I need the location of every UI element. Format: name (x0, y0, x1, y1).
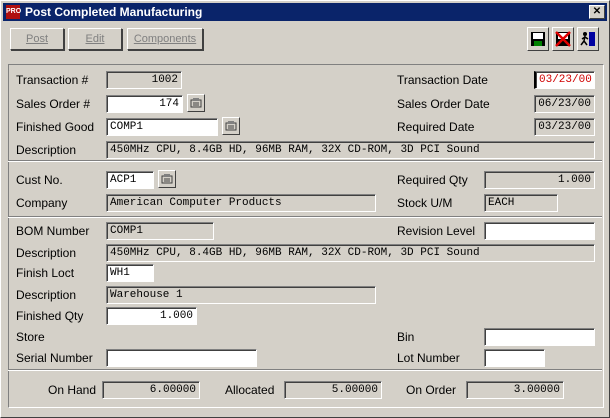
revision-level-field[interactable] (484, 222, 595, 240)
required-qty-label: Required Qty (397, 173, 468, 187)
company-field: American Computer Products (106, 194, 376, 212)
cancel-button[interactable] (552, 27, 574, 51)
lookup-icon (190, 98, 202, 108)
required-qty-field: 1.000 (484, 171, 595, 189)
edit-button[interactable]: Edit (68, 28, 122, 50)
sales-order-field[interactable]: 174 (106, 95, 183, 113)
on-hand-label: On Hand (48, 383, 97, 397)
sales-order-label: Sales Order # (16, 97, 91, 111)
finished-good-lookup-button[interactable] (222, 117, 240, 135)
bom-description-field: 450MHz CPU, 8.4GB HD, 96MB RAM, 32X CD-R… (106, 244, 595, 262)
location-description-field: Warehouse 1 (106, 286, 376, 304)
post-completed-manufacturing-window: PRO Post Completed Manufacturing ✕ Post … (0, 0, 610, 418)
finish-loct-field[interactable]: WH1 (106, 264, 154, 282)
stock-um-field: EACH (484, 194, 558, 212)
bin-field[interactable] (484, 328, 595, 346)
finished-good-label: Finished Good (16, 120, 95, 134)
on-order-field: 3.00000 (466, 381, 564, 399)
transaction-date-field[interactable]: 03/23/00 (534, 71, 595, 89)
sales-order-lookup-button[interactable] (187, 94, 205, 112)
finished-qty-field[interactable]: 1.000 (106, 307, 197, 325)
app-icon: PRO (6, 5, 21, 19)
save-icon (531, 32, 545, 46)
transaction-field: 1002 (106, 71, 182, 89)
stock-um-label: Stock U/M (397, 196, 453, 210)
window-title: Post Completed Manufacturing (25, 5, 203, 19)
description-label: Description (16, 143, 77, 157)
lookup-icon (161, 174, 173, 184)
required-date-label: Required Date (397, 120, 475, 134)
on-hand-field: 6.00000 (102, 381, 200, 399)
cust-no-field[interactable]: ACP1 (106, 171, 154, 189)
bom-number-label: BOM Number (16, 224, 90, 238)
location-description-label: Description (16, 288, 77, 302)
post-button[interactable]: Post (10, 28, 64, 50)
revision-level-label: Revision Level (397, 224, 476, 238)
sales-order-date-label: Sales Order Date (397, 97, 490, 111)
bin-label: Bin (397, 330, 415, 344)
cancel-icon (555, 31, 571, 47)
serial-number-label: Serial Number (16, 351, 93, 365)
required-date-field: 03/23/00 (534, 118, 595, 136)
finished-qty-label: Finished Qty (16, 309, 84, 323)
transaction-date-label: Transaction Date (397, 73, 488, 87)
cust-no-label: Cust No. (16, 173, 63, 187)
finished-good-field[interactable]: COMP1 (106, 118, 218, 136)
title-bar: PRO Post Completed Manufacturing ✕ (3, 3, 607, 21)
lot-number-label: Lot Number (397, 351, 460, 365)
lookup-icon (225, 121, 237, 131)
sales-order-date-field: 06/23/00 (534, 95, 595, 113)
cust-no-lookup-button[interactable] (158, 170, 176, 188)
store-label: Store (16, 330, 45, 344)
allocated-label: Allocated (225, 383, 275, 397)
bom-number-field: COMP1 (106, 222, 214, 240)
company-label: Company (16, 196, 68, 210)
divider (8, 216, 602, 218)
allocated-field: 5.00000 (284, 381, 382, 399)
save-button[interactable] (527, 27, 549, 51)
components-button[interactable]: Components (127, 28, 203, 50)
bom-description-label: Description (16, 246, 77, 260)
exit-icon (580, 32, 595, 46)
lot-number-field[interactable] (484, 349, 545, 367)
close-button[interactable]: ✕ (589, 5, 605, 19)
finish-loct-label: Finish Loct (16, 266, 75, 280)
on-order-label: On Order (406, 383, 457, 397)
exit-button[interactable] (577, 27, 599, 51)
transaction-label: Transaction # (16, 73, 89, 87)
serial-number-field[interactable] (106, 349, 257, 367)
divider (8, 369, 602, 371)
divider (8, 160, 602, 162)
finished-good-description-field: 450MHz CPU, 8.4GB HD, 96MB RAM, 32X CD-R… (106, 141, 595, 159)
